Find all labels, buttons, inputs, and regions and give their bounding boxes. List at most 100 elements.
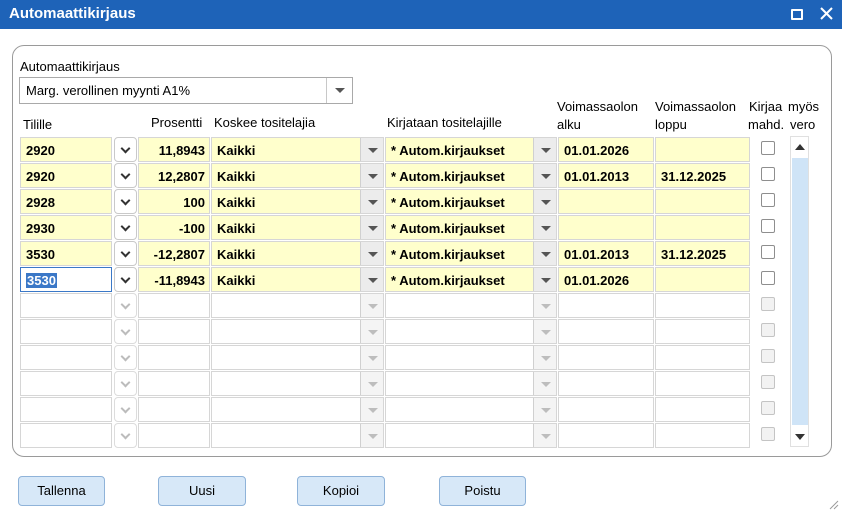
account-dropdown-button[interactable] [114,397,137,422]
valid-from-cell[interactable] [558,423,654,448]
also-post-checkbox[interactable] [761,245,775,259]
voucher-type-arrow[interactable] [360,242,383,265]
also-post-checkbox[interactable] [761,401,775,415]
valid-from-cell[interactable] [558,345,654,370]
percent-cell[interactable] [138,345,210,370]
posted-type-select[interactable] [385,371,557,396]
also-post-checkbox[interactable] [761,349,775,363]
voucher-type-select[interactable] [211,319,384,344]
account-dropdown-button[interactable] [114,189,137,214]
voucher-type-arrow[interactable] [360,164,383,187]
voucher-type-arrow[interactable] [360,216,383,239]
account-cell[interactable]: 2928 [20,189,112,214]
posted-type-select[interactable] [385,319,557,344]
account-cell[interactable] [20,345,112,370]
also-post-checkbox[interactable] [761,193,775,207]
percent-cell[interactable]: -12,2807 [138,241,210,266]
voucher-type-arrow[interactable] [360,190,383,213]
account-cell[interactable] [20,397,112,422]
percent-cell[interactable]: 12,2807 [138,163,210,188]
valid-to-cell[interactable] [655,189,750,214]
valid-to-cell[interactable] [655,371,750,396]
valid-from-cell[interactable] [558,371,654,396]
percent-cell[interactable]: 100 [138,189,210,214]
valid-to-cell[interactable] [655,267,750,292]
posted-type-arrow[interactable] [533,294,556,317]
voucher-type-select[interactable]: Kaikki [211,215,384,240]
voucher-type-arrow[interactable] [360,424,383,447]
scroll-track[interactable] [792,158,808,425]
account-cell[interactable]: 2920 [20,163,112,188]
also-post-checkbox[interactable] [761,375,775,389]
account-cell[interactable] [20,423,112,448]
posted-type-arrow[interactable] [533,164,556,187]
posted-type-select[interactable]: * Autom.kirjaukset [385,215,557,240]
posted-type-arrow[interactable] [533,268,556,291]
posted-type-arrow[interactable] [533,216,556,239]
also-post-checkbox[interactable] [761,323,775,337]
valid-to-cell[interactable] [655,215,750,240]
account-cell[interactable]: 2930 [20,215,112,240]
valid-to-cell[interactable] [655,137,750,162]
voucher-type-select[interactable] [211,397,384,422]
posted-type-select[interactable]: * Autom.kirjaukset [385,189,557,214]
new-button[interactable]: Uusi [158,476,246,506]
scroll-up-icon[interactable] [795,144,805,150]
save-button[interactable]: Tallenna [18,476,105,506]
posted-type-select[interactable]: * Autom.kirjaukset [385,267,557,292]
percent-cell[interactable] [138,293,210,318]
voucher-type-arrow[interactable] [360,294,383,317]
grid-scrollbar[interactable] [790,136,809,447]
valid-from-cell[interactable] [558,397,654,422]
valid-to-cell[interactable] [655,423,750,448]
account-dropdown-button[interactable] [114,137,137,162]
account-cell[interactable] [20,371,112,396]
resize-grip-icon[interactable] [827,498,839,510]
voucher-type-select[interactable] [211,423,384,448]
voucher-type-select[interactable]: Kaikki [211,267,384,292]
template-select[interactable]: Marg. verollinen myynti A1% [19,77,353,104]
scroll-down-icon[interactable] [795,434,805,440]
valid-to-cell[interactable] [655,319,750,344]
percent-cell[interactable] [138,397,210,422]
percent-cell[interactable] [138,371,210,396]
valid-from-cell[interactable]: 01.01.2026 [558,137,654,162]
account-dropdown-button[interactable] [114,371,137,396]
posted-type-arrow[interactable] [533,398,556,421]
valid-from-cell[interactable] [558,293,654,318]
account-dropdown-button[interactable] [114,345,137,370]
posted-type-arrow[interactable] [533,138,556,161]
percent-cell[interactable]: -11,8943 [138,267,210,292]
account-cell[interactable]: 2920 [20,137,112,162]
also-post-checkbox[interactable] [761,219,775,233]
account-cell[interactable] [20,293,112,318]
voucher-type-select[interactable]: Kaikki [211,137,384,162]
maximize-button[interactable] [786,4,808,25]
valid-from-cell[interactable]: 01.01.2026 [558,267,654,292]
voucher-type-arrow[interactable] [360,372,383,395]
account-dropdown-button[interactable] [114,241,137,266]
account-dropdown-button[interactable] [114,319,137,344]
copy-button[interactable]: Kopioi [297,476,385,506]
valid-from-cell[interactable] [558,215,654,240]
valid-from-cell[interactable]: 01.01.2013 [558,241,654,266]
posted-type-arrow[interactable] [533,190,556,213]
posted-type-select[interactable] [385,423,557,448]
account-dropdown-button[interactable] [114,163,137,188]
valid-to-cell[interactable]: 31.12.2025 [655,163,750,188]
account-cell[interactable]: 3530 [20,267,112,292]
voucher-type-select[interactable]: Kaikki [211,189,384,214]
account-dropdown-button[interactable] [114,293,137,318]
posted-type-arrow[interactable] [533,372,556,395]
account-cell[interactable] [20,319,112,344]
voucher-type-arrow[interactable] [360,320,383,343]
voucher-type-arrow[interactable] [360,346,383,369]
percent-cell[interactable]: 11,8943 [138,137,210,162]
voucher-type-select[interactable]: Kaikki [211,163,384,188]
valid-from-cell[interactable] [558,319,654,344]
voucher-type-select[interactable] [211,293,384,318]
valid-to-cell[interactable] [655,397,750,422]
close-button[interactable] [816,4,838,25]
posted-type-arrow[interactable] [533,424,556,447]
posted-type-select[interactable] [385,397,557,422]
